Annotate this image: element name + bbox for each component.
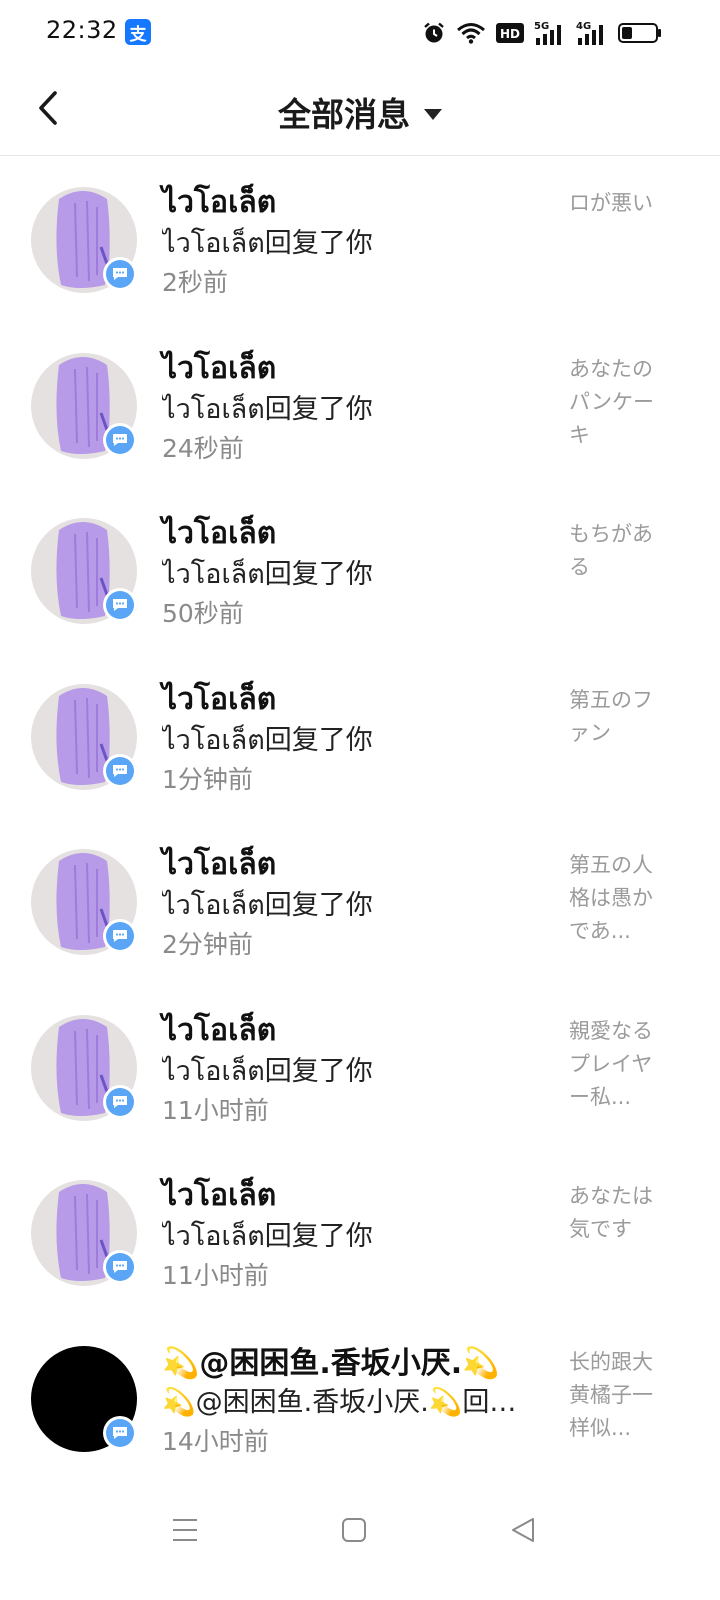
message-list: ไวโอเล็ต ไวโอเล็ต回复了你 2秒前 ロが悪い ไวโอเล็ต … <box>0 157 720 1481</box>
message-time: 2分钟前 <box>162 930 253 959</box>
header: 全部消息 <box>0 66 720 156</box>
menu-button[interactable] <box>165 1510 205 1550</box>
sender-name: 💫@困困鱼.香坂小厌.💫 <box>162 1345 500 1381</box>
wifi-icon <box>457 23 485 44</box>
sender-name: ไวโอเล็ต <box>162 185 277 220</box>
caret-down-icon <box>424 108 442 120</box>
sender-name: ไวโอเล็ต <box>162 1012 277 1048</box>
message-item[interactable]: ไวโอเล็ต ไวโอเล็ต回复了你 50秒前 もちがある <box>0 488 720 654</box>
message-time: 24秒前 <box>162 433 244 463</box>
message-description: ไวโอเล็ต回复了你 <box>162 1221 373 1252</box>
svg-text:4G: 4G <box>576 21 591 32</box>
message-time: 50秒前 <box>162 599 244 628</box>
hd-icon: HD <box>496 23 524 43</box>
message-item[interactable]: ไวโอเล็ต ไวโอเล็ต回复了你 1分钟前 第五のファン <box>0 654 720 820</box>
chat-bubble-icon <box>113 930 127 942</box>
message-item[interactable]: ไวโอเล็ต ไวโอเล็ต回复了你 11小时前 あなたは気です <box>0 1150 720 1316</box>
message-time: 2秒前 <box>162 268 228 297</box>
chat-bubble-icon <box>113 268 127 280</box>
content-preview[interactable]: あなたは気です <box>569 1180 665 1246</box>
content-preview[interactable]: 第五のファン <box>569 684 665 750</box>
system-back-button[interactable] <box>503 1510 543 1550</box>
message-description: ไวโอเล็ต回复了你 <box>162 559 373 590</box>
sender-name: ไวโอเล็ต <box>162 516 277 551</box>
menu-icon <box>173 1519 197 1541</box>
status-bar: 22:32 支 HD 5G 4G <box>0 0 720 66</box>
alipay-notification-icon: 支 <box>125 19 151 45</box>
svg-text:5G: 5G <box>534 21 549 32</box>
message-time: 14小时前 <box>162 1426 269 1456</box>
content-preview[interactable]: 第五の人格は愚かであ... <box>569 849 665 948</box>
message-time: 11小时前 <box>162 1261 269 1290</box>
comment-badge <box>103 919 137 953</box>
message-description: ไวโอเล็ต回复了你 <box>162 228 373 259</box>
message-description: ไวโอเล็ต回复了你 <box>162 724 373 756</box>
sender-name: ไวโอเล็ต <box>162 847 277 882</box>
content-preview[interactable]: 親愛なるプレイヤー私... <box>569 1015 665 1114</box>
message-item[interactable]: ไวโอเล็ต ไวโอเล็ต回复了你 2秒前 ロが悪い <box>0 157 720 323</box>
comment-badge <box>103 753 137 788</box>
message-time: 1分钟前 <box>162 764 253 794</box>
sender-name: ไวโอเล็ต <box>162 681 277 717</box>
status-time: 22:32 <box>46 16 118 44</box>
comment-badge <box>103 1084 137 1119</box>
message-item[interactable]: ไวโอเล็ต ไวโอเล็ต回复了你 2分钟前 第五の人格は愚かであ... <box>0 819 720 985</box>
home-square-icon <box>342 1518 366 1542</box>
home-button[interactable] <box>334 1510 374 1550</box>
message-description: ไวโอเล็ต回复了你 <box>162 1055 373 1087</box>
message-item[interactable]: ไวโอเล็ต ไวโอเล็ต回复了你 24秒前 あなたのパンケーキ <box>0 323 720 489</box>
sender-name: ไวโอเล็ต <box>162 1178 277 1213</box>
chat-bubble-icon <box>113 764 127 777</box>
chat-bubble-icon <box>113 433 127 446</box>
message-description: ไวโอเล็ต回复了你 <box>162 890 373 921</box>
back-triangle-icon <box>512 1518 534 1542</box>
chat-bubble-icon <box>113 1426 127 1439</box>
chat-bubble-icon <box>113 599 127 611</box>
message-item[interactable]: 💫@困困鱼.香坂小厌.💫 💫@困困鱼.香坂小厌.💫回复... 14小时前 长的跟… <box>0 1316 720 1482</box>
chat-bubble-icon <box>113 1095 127 1108</box>
page-title: 全部消息 <box>278 95 410 134</box>
comment-badge <box>103 422 137 457</box>
comment-badge <box>103 257 137 291</box>
signal-4g-icon: 4G <box>576 21 603 45</box>
message-description: 💫@困困鱼.香坂小厌.💫回复... <box>162 1386 534 1418</box>
comment-badge <box>103 588 137 622</box>
svg-text:HD: HD <box>500 27 520 41</box>
sender-name: ไวโอเล็ต <box>162 350 277 386</box>
content-preview[interactable]: もちがある <box>569 518 665 584</box>
message-item[interactable]: ไวโอเล็ต ไวโอเล็ต回复了你 11小时前 親愛なるプレイヤー私..… <box>0 985 720 1151</box>
message-filter-dropdown[interactable]: 全部消息 <box>0 88 720 136</box>
signal-5g-icon: 5G <box>534 21 561 45</box>
comment-badge <box>103 1415 137 1450</box>
system-nav-bar <box>0 1490 720 1560</box>
comment-badge <box>103 1250 137 1284</box>
battery-icon <box>618 23 661 43</box>
message-description: ไวโอเล็ต回复了你 <box>162 393 373 425</box>
status-icons: HD 5G 4G <box>422 18 662 48</box>
content-preview[interactable]: あなたのパンケーキ <box>569 353 665 452</box>
content-preview[interactable]: ロが悪い <box>569 187 665 220</box>
content-preview[interactable]: 长的跟大黄橘子一样似... <box>569 1346 665 1445</box>
chat-bubble-icon <box>113 1261 127 1273</box>
alarm-icon <box>424 22 444 43</box>
message-time: 11小时前 <box>162 1095 269 1125</box>
